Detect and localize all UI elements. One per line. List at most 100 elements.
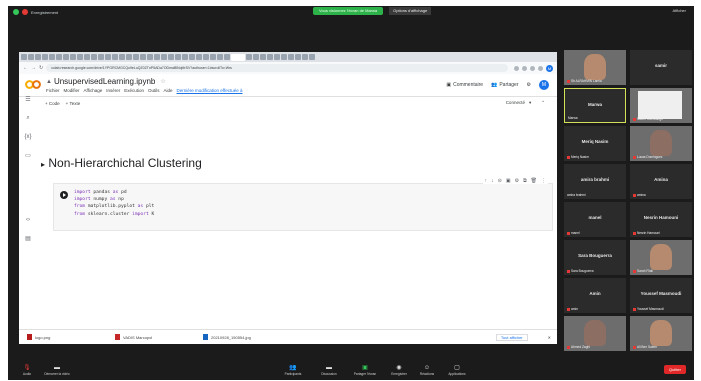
participant-tile[interactable]: amira brahmi amira brahmi: [564, 164, 626, 199]
profile-avatar[interactable]: M: [546, 64, 553, 72]
browser-tab[interactable]: [70, 54, 76, 60]
mirror-icon[interactable]: ⧉: [523, 178, 527, 184]
browser-tab[interactable]: [182, 54, 188, 60]
browser-tab[interactable]: [126, 54, 132, 60]
menu-tools[interactable]: Outils: [148, 88, 160, 93]
browser-tab[interactable]: [147, 54, 153, 60]
download-item[interactable]: 20210928_150554.jpg: [203, 334, 283, 340]
participant-tile[interactable]: Meriq Nasim Meriq Nasim: [564, 126, 626, 161]
participant-tile[interactable]: Ali Ben Salem: [630, 316, 692, 351]
extension-icon[interactable]: [530, 65, 535, 71]
forward-icon[interactable]: →: [31, 65, 36, 71]
participant-tile[interactable]: Nesrin Hamouni Nesrin Hamouni: [630, 202, 692, 237]
add-text-button[interactable]: + Texte: [66, 101, 81, 106]
browser-tab[interactable]: [217, 54, 223, 60]
chevron-down-icon[interactable]: ▾: [529, 100, 531, 106]
browser-tab[interactable]: [119, 54, 125, 60]
browser-tab[interactable]: [161, 54, 167, 60]
browser-tab[interactable]: [105, 54, 111, 60]
share-button[interactable]: 👥 Partager: [491, 82, 518, 88]
comment-button[interactable]: ▣ Commentaire: [446, 82, 483, 88]
show-all-button[interactable]: Tout afficher: [495, 333, 528, 341]
close-icon[interactable]: ✕: [548, 335, 551, 340]
browser-tab[interactable]: [260, 54, 266, 60]
files-icon[interactable]: ▭: [19, 152, 37, 159]
menu-runtime[interactable]: Exécution: [124, 88, 144, 93]
participant-tile[interactable]: Youssef Masmoudi Youssef Masmoudi: [630, 278, 692, 313]
browser-tab[interactable]: [84, 54, 90, 60]
browser-tab[interactable]: [281, 54, 287, 60]
menu-help[interactable]: Aide: [164, 88, 173, 93]
browser-tab[interactable]: [246, 54, 252, 60]
browser-tab[interactable]: [203, 54, 209, 60]
star-icon[interactable]: [514, 65, 519, 71]
participant-tile[interactable]: Amin amin: [564, 278, 626, 313]
browser-tab[interactable]: [224, 54, 230, 60]
participant-tile[interactable]: manel manel: [564, 202, 626, 237]
participant-tile[interactable]: Sara Bouguerra Sara Bouguerra: [564, 240, 626, 275]
participant-tile[interactable]: Sarah Filali: [630, 240, 692, 275]
record-button[interactable]: ◉ Enregistrer: [386, 364, 412, 376]
browser-tab[interactable]: [302, 54, 308, 60]
move-down-icon[interactable]: ↓: [491, 178, 494, 184]
participant-tile[interactable]: Sh ALRAHMIN Lamia: [564, 50, 626, 85]
browser-tab-active[interactable]: [231, 53, 245, 61]
browser-tab[interactable]: [91, 54, 97, 60]
participant-tile[interactable]: Ahmed Zaghi: [564, 316, 626, 351]
menu-insert[interactable]: Insérer: [106, 88, 120, 93]
browser-tab[interactable]: [112, 54, 118, 60]
run-cell-icon[interactable]: [60, 191, 68, 199]
download-item[interactable]: VADIS Marcopol: [115, 334, 195, 340]
browser-tab[interactable]: [274, 54, 280, 60]
browser-tab[interactable]: [168, 54, 174, 60]
reload-icon[interactable]: ↻: [39, 65, 43, 71]
menu-edit[interactable]: Modifier: [64, 88, 80, 93]
browser-tab[interactable]: [133, 54, 139, 60]
leave-button[interactable]: Quitter: [663, 365, 686, 374]
move-up-icon[interactable]: ↑: [485, 178, 488, 184]
view-options-button[interactable]: Options d'affichage: [389, 6, 432, 15]
settings-icon[interactable]: ⚙: [515, 178, 519, 184]
apps-button[interactable]: ▢ Applications: [444, 364, 470, 376]
browser-tab[interactable]: [35, 54, 41, 60]
participants-button[interactable]: 👥 Participants: [280, 364, 306, 376]
browser-tab[interactable]: [42, 54, 48, 60]
collapse-arrow-icon[interactable]: ▸: [41, 160, 45, 169]
collapse-icon[interactable]: ⌃: [541, 100, 545, 106]
browser-tab[interactable]: [98, 54, 104, 60]
browser-tab[interactable]: [49, 54, 55, 60]
runtime-status[interactable]: Connecté: [506, 100, 525, 106]
more-icon[interactable]: ⋮: [541, 178, 546, 184]
code-snippets-icon[interactable]: ‹›: [19, 217, 37, 223]
video-button[interactable]: ▬ Démarrer la vidéo: [44, 365, 70, 376]
terminal-icon[interactable]: ▤: [19, 235, 37, 242]
variables-icon[interactable]: {x}: [19, 134, 37, 140]
browser-tab[interactable]: [295, 54, 301, 60]
link-icon[interactable]: ⊝: [498, 178, 502, 184]
view-button[interactable]: Afficher: [673, 8, 687, 13]
menu-view[interactable]: Affichage: [84, 88, 103, 93]
browser-tab[interactable]: [28, 54, 34, 60]
browser-tab[interactable]: [253, 54, 259, 60]
browser-tab[interactable]: [175, 54, 181, 60]
participant-tile[interactable]: Salem Ouédraogo: [630, 88, 692, 123]
colab-logo-icon[interactable]: [23, 76, 43, 94]
browser-tab[interactable]: [189, 54, 195, 60]
back-icon[interactable]: ←: [23, 65, 28, 71]
share-screen-button[interactable]: ▣ Partager l'écran: [352, 364, 378, 376]
url-input[interactable]: colab.research.google.com/drive/1YPGRCMG…: [46, 64, 508, 72]
browser-tab[interactable]: [63, 54, 69, 60]
add-code-button[interactable]: + Code: [45, 101, 60, 106]
puzzle-icon[interactable]: [538, 65, 543, 71]
browser-tab[interactable]: [288, 54, 294, 60]
user-avatar[interactable]: M: [539, 80, 549, 90]
participant-tile[interactable]: Lucas Dominguez: [630, 126, 692, 161]
browser-tab[interactable]: [267, 54, 273, 60]
browser-tab[interactable]: [56, 54, 62, 60]
participant-tile-active[interactable]: Marwa Marwa: [564, 88, 626, 123]
browser-tab[interactable]: [77, 54, 83, 60]
browser-tab[interactable]: [309, 54, 315, 60]
code-editor[interactable]: import pandas as pd import numpy as np f…: [74, 189, 154, 218]
participant-tile[interactable]: Amina amina: [630, 164, 692, 199]
participant-tile[interactable]: samir: [630, 50, 692, 85]
